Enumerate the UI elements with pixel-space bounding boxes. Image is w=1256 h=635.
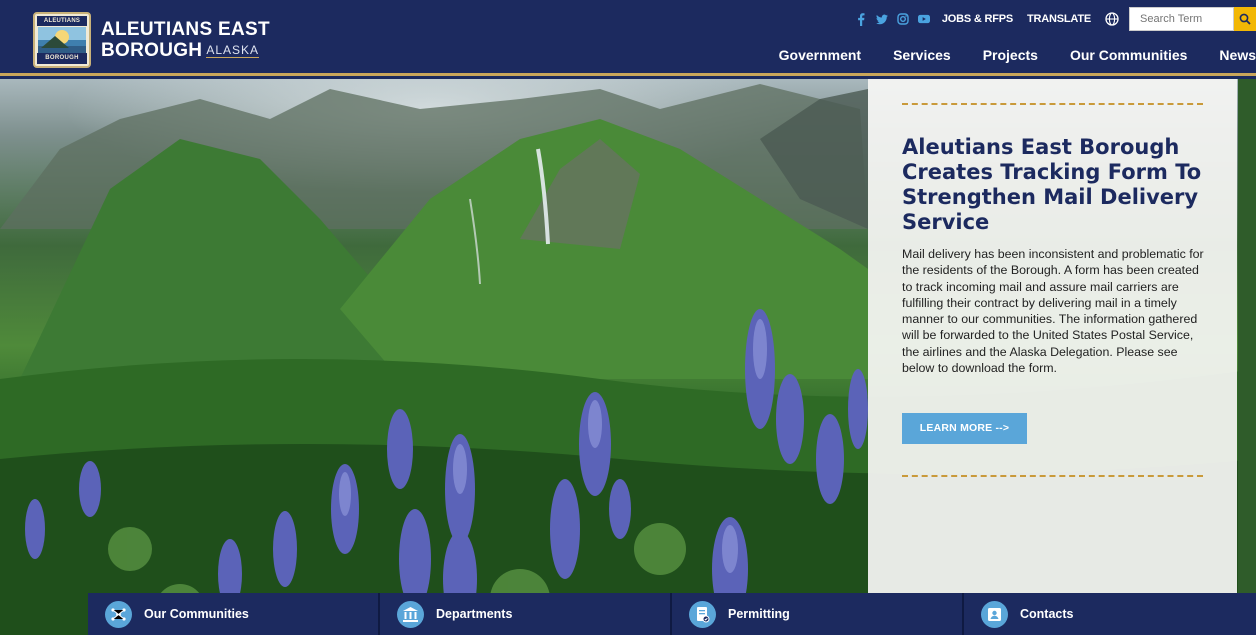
divider-bottom xyxy=(902,475,1203,477)
social-links xyxy=(855,12,930,26)
quick-link-label: Permitting xyxy=(728,607,790,621)
divider-top xyxy=(902,103,1203,105)
search-icon xyxy=(1239,13,1251,25)
quick-link-label: Departments xyxy=(436,607,513,621)
utility-bar: JOBS & RFPS TRANSLATE xyxy=(855,7,1256,31)
main-navigation: Government Services Projects Our Communi… xyxy=(779,47,1256,63)
search-button[interactable] xyxy=(1234,7,1256,31)
quick-link-label: Our Communities xyxy=(144,607,249,621)
hero-banner: Aleutians East Borough Creates Tracking … xyxy=(0,79,1256,635)
globe-icon[interactable] xyxy=(1105,12,1119,26)
quick-link-contacts[interactable]: Contacts xyxy=(964,593,1256,635)
site-name: ALEUTIANS EAST BOROUGH ALASKA xyxy=(101,19,270,61)
youtube-icon[interactable] xyxy=(917,13,930,25)
borough-seal-icon: ALEUTIANS EAST BOROUGH xyxy=(33,12,91,68)
story-body: Mail delivery has been inconsistent and … xyxy=(902,247,1204,376)
communities-icon xyxy=(105,600,132,628)
departments-icon xyxy=(397,600,424,628)
seal-top-text: ALEUTIANS EAST xyxy=(37,16,87,34)
quick-link-departments[interactable]: Departments xyxy=(380,593,672,635)
site-state: ALASKA xyxy=(206,43,260,58)
instagram-icon[interactable] xyxy=(897,13,909,25)
quick-link-our-communities[interactable]: Our Communities xyxy=(88,593,380,635)
site-name-line2: BOROUGH xyxy=(101,40,203,61)
search-input[interactable] xyxy=(1129,7,1234,31)
learn-more-button[interactable]: LEARN MORE --> xyxy=(902,413,1027,444)
site-logo[interactable]: ALEUTIANS EAST BOROUGH ALEUTIANS EAST BO… xyxy=(33,12,270,68)
translate-link[interactable]: TRANSLATE xyxy=(1027,13,1091,25)
site-name-line1: ALEUTIANS EAST xyxy=(101,19,270,40)
site-header: ALEUTIANS EAST BOROUGH ALEUTIANS EAST BO… xyxy=(0,0,1256,76)
seal-bottom-text: BOROUGH xyxy=(37,53,87,64)
nav-government[interactable]: Government xyxy=(779,47,861,63)
facebook-icon[interactable] xyxy=(855,12,867,26)
contacts-icon xyxy=(981,600,1008,628)
featured-story-panel: Aleutians East Borough Creates Tracking … xyxy=(868,79,1237,593)
quick-links-bar: Our Communities Departments Permitting C… xyxy=(88,593,1256,635)
nav-projects[interactable]: Projects xyxy=(983,47,1038,63)
quick-link-label: Contacts xyxy=(1020,607,1074,621)
quick-link-permitting[interactable]: Permitting xyxy=(672,593,964,635)
permitting-icon xyxy=(689,600,716,628)
twitter-icon[interactable] xyxy=(875,13,888,25)
nav-news[interactable]: News xyxy=(1219,47,1256,63)
story-title[interactable]: Aleutians East Borough Creates Tracking … xyxy=(902,135,1202,235)
nav-our-communities[interactable]: Our Communities xyxy=(1070,47,1187,63)
jobs-rfps-link[interactable]: JOBS & RFPS xyxy=(942,13,1013,25)
nav-services[interactable]: Services xyxy=(893,47,951,63)
